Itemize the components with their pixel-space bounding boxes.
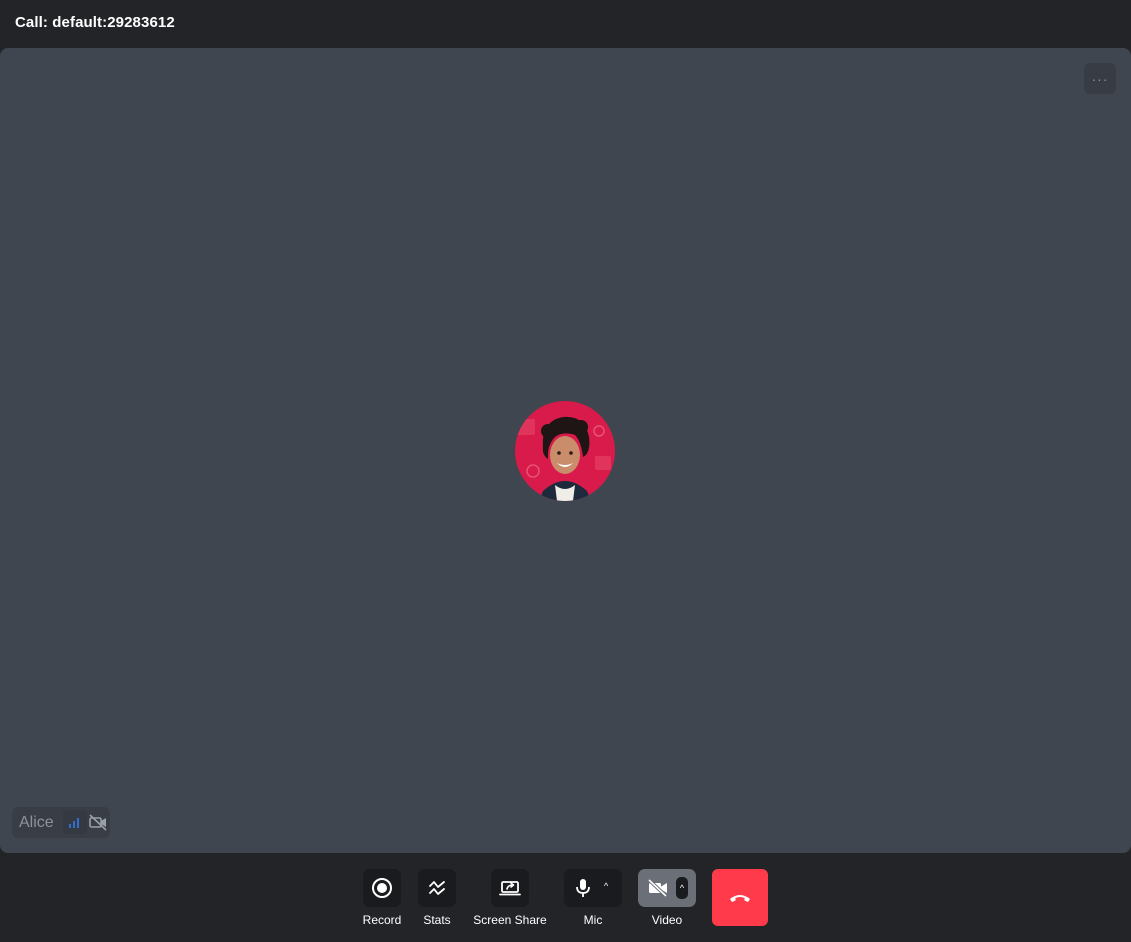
mic-control: ^ Mic [564,869,622,927]
record-button[interactable] [363,869,401,907]
stats-icon [429,881,445,895]
ellipsis-icon: ··· [1091,70,1109,87]
video-options-chevron-icon[interactable]: ^ [676,877,688,899]
stats-label: Stats [423,913,451,927]
call-controls-bar: Record Stats Screen Share ^ Mic ^ Video [0,853,1131,942]
screen-share-icon [499,881,521,896]
record-icon [372,878,392,898]
stats-control: Stats [418,869,456,927]
record-control: Record [362,869,402,927]
participant-name: Alice [19,814,54,831]
microphone-icon [576,879,590,897]
video-stage: ··· Alice [0,48,1131,853]
avatar-image [515,401,615,501]
participant-avatar [515,401,615,501]
call-title: Call: default:29283612 [15,14,175,31]
mic-button[interactable]: ^ [564,869,622,907]
more-options-button[interactable]: ··· [1084,63,1116,94]
video-button[interactable]: ^ [638,869,696,907]
mic-label: Mic [583,913,603,927]
video-label: Video [651,913,683,927]
hang-up-icon [730,894,750,902]
video-control: ^ Video [638,869,696,927]
screen-share-label: Screen Share [473,913,547,927]
screen-share-control: Screen Share [472,869,548,927]
record-label: Record [362,913,402,927]
video-off-icon [87,811,109,833]
participant-name-tag: Alice [12,807,110,838]
screen-share-button[interactable] [491,869,529,907]
title-bar: Call: default:29283612 [0,0,1131,47]
mic-options-chevron-icon[interactable]: ^ [604,881,608,891]
call-window: Call: default:29283612 ··· Alice Record … [0,0,1131,942]
stats-button[interactable] [418,869,456,907]
signal-strength-icon [63,810,87,834]
leave-call-button[interactable] [712,869,768,926]
video-off-icon [647,878,668,898]
